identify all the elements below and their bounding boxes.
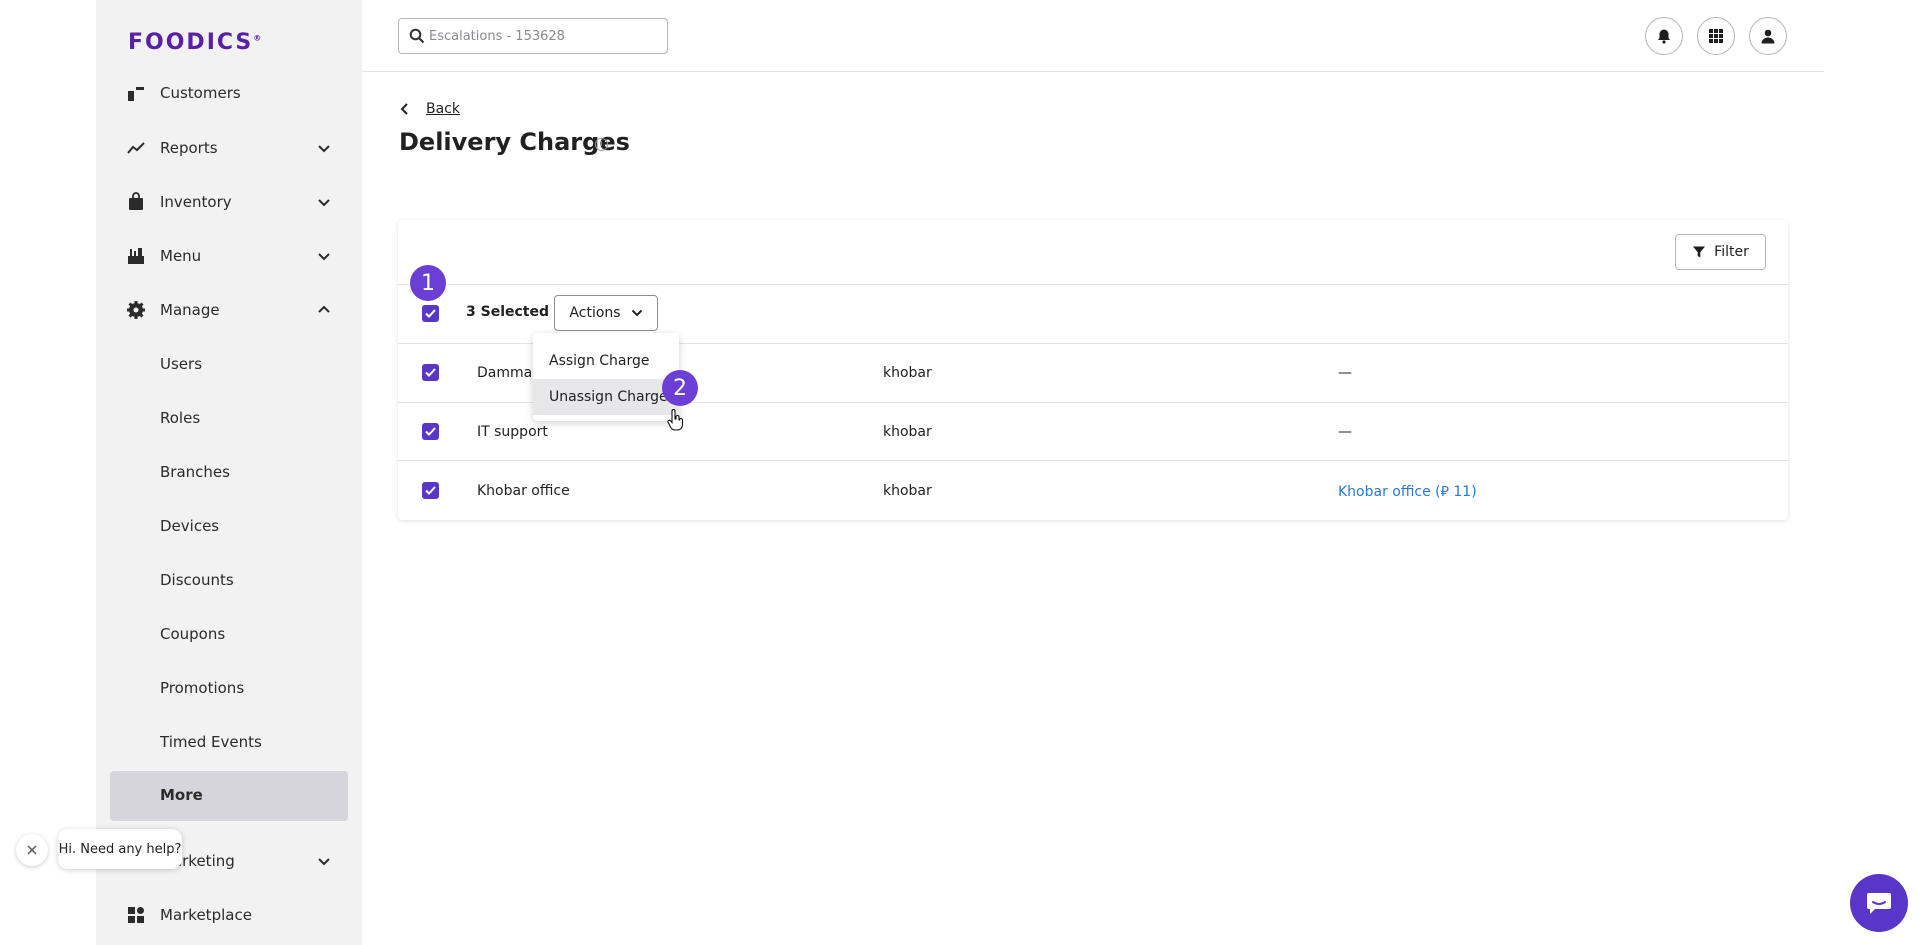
chat-launcher-button[interactable] [1850,874,1908,932]
sidebar-item-label: Marketplace [160,906,252,924]
sidebar-item-marketplace[interactable]: Marketplace [96,888,362,942]
hand-cursor-icon [667,409,683,431]
close-help-button[interactable] [16,834,48,866]
apps-icon [1709,29,1723,43]
sidebar-subitem-label: Discounts [160,571,234,589]
sidebar-subitem-timed-events[interactable]: Timed Events [96,715,362,769]
food-icon [126,246,146,266]
sidebar-subitem-promotions[interactable]: Promotions [96,661,362,715]
user-profile-button[interactable] [1749,17,1787,55]
check-icon [425,486,436,495]
select-all-checkbox[interactable] [422,305,439,322]
notifications-button[interactable] [1645,17,1683,55]
filter-label: Filter [1714,244,1749,260]
sidebar-subitem-coupons[interactable]: Coupons [96,607,362,661]
check-icon [425,368,436,377]
menu-item-assign-charge[interactable]: Assign Charge [533,343,679,379]
selected-count: 3 Selected [466,304,549,320]
chat-icon [1867,893,1891,914]
actions-dropdown-button[interactable]: Actions [554,295,658,331]
sidebar-item-label: Inventory [160,193,232,211]
sidebar-item-menu[interactable]: Menu [96,229,362,283]
sidebar-item-inventory[interactable]: Inventory [96,175,362,229]
search-icon [409,28,425,44]
search-input[interactable] [429,26,659,46]
row-name: IT support [477,424,548,440]
sidebar-subitem-label: Users [160,355,203,373]
foodics-logo[interactable]: FOODICS® [128,30,261,55]
sidebar-subitem-discounts[interactable]: Discounts [96,553,362,607]
row-charge-link[interactable]: Khobar office (⃁ 11) [1338,482,1477,500]
sidebar-subitem-label: Devices [160,517,220,535]
apps-button[interactable] [1697,17,1735,55]
sidebar-subitem-roles[interactable]: Roles [96,391,362,445]
chevron-up-icon [318,305,330,313]
sidebar-item-label: Reports [160,139,218,157]
menu-item-unassign-charges[interactable]: Unassign Charges [533,379,679,415]
step-marker-2: 2 [662,370,698,406]
sidebar-item-label: Manage [160,301,220,319]
sidebar-subitem-label: Coupons [160,625,226,643]
check-icon [425,427,436,436]
left-margin [0,0,96,945]
sidebar-item-label: Menu [160,247,202,265]
close-icon [27,845,37,855]
sidebar-subitem-devices[interactable]: Devices [96,499,362,553]
sidebar-subitem-label: Promotions [160,679,245,697]
filter-icon [1693,246,1706,258]
check-icon [425,309,436,318]
actions-menu: Assign Charge Unassign Charges [533,333,679,421]
sidebar-subitem-label: More [160,786,203,804]
back-link[interactable]: Back [400,101,460,117]
shopping-bag-icon [126,192,146,212]
chevron-left-icon [400,103,408,115]
sidebar: FOODICS® Customers Reports Inventory Men… [96,0,362,945]
sidebar-subitem-branches[interactable]: Branches [96,445,362,499]
customers-icon [126,83,146,103]
chevron-down-icon [318,253,330,261]
row-city: khobar [883,424,932,440]
search-box[interactable] [398,18,668,54]
sidebar-subitem-label: Branches [160,463,230,481]
sidebar-subitem-users[interactable]: Users [96,337,362,391]
user-icon [1761,29,1775,44]
row-charge: — [1338,424,1352,440]
row-name: Khobar office [477,483,570,499]
row-city: khobar [883,365,932,381]
gear-icon [126,300,146,320]
sidebar-item-manage[interactable]: Manage [96,283,362,337]
chevron-down-icon [318,858,330,866]
row-checkbox[interactable] [422,423,439,440]
bell-icon [1658,29,1670,44]
sidebar-item-reports[interactable]: Reports [96,121,362,175]
row-charge: — [1338,365,1352,381]
sidebar-item-customers[interactable]: Customers [96,66,362,120]
info-icon[interactable]: i [595,138,608,151]
divider [398,460,1788,461]
step-marker-1: 1 [410,265,446,301]
help-bubble[interactable]: Hi. Need any help? [58,829,182,869]
row-city: khobar [883,483,932,499]
divider [398,284,1788,285]
sidebar-subitem-label: Timed Events [160,733,262,751]
sidebar-subitem-label: Roles [160,409,201,427]
row-checkbox[interactable] [422,482,439,499]
trend-chart-icon [126,138,146,158]
back-label: Back [426,101,460,117]
chevron-down-icon [631,309,642,317]
chevron-down-icon [318,145,330,153]
sidebar-subitem-more[interactable]: More [110,771,348,821]
filter-button[interactable]: Filter [1675,234,1766,270]
actions-label: Actions [569,305,621,321]
chevron-down-icon [318,199,330,207]
apps-grid-icon [126,905,146,925]
row-checkbox[interactable] [422,364,439,381]
sidebar-item-label: Customers [160,84,241,102]
topbar [362,0,1824,72]
